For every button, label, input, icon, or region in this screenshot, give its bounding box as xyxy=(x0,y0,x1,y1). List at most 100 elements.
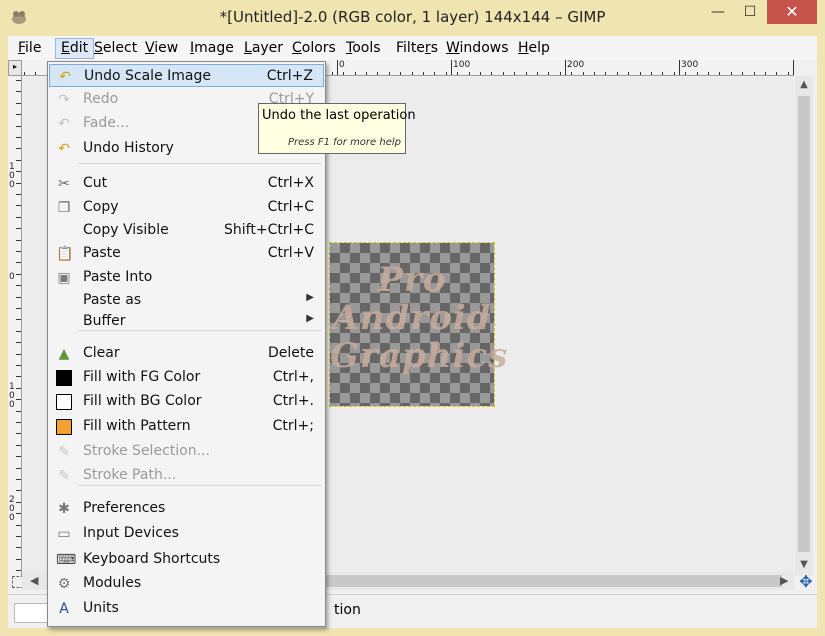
title-bar[interactable]: *[Untitled]-2.0 (RGB color, 1 layer) 144… xyxy=(0,0,825,36)
ruler-tick xyxy=(651,72,652,75)
ruler-tick xyxy=(708,72,709,75)
menu-item-modules[interactable]: ⚙ Modules xyxy=(49,572,324,595)
ruler-tick xyxy=(16,456,21,457)
menu-mnemonic: V xyxy=(145,40,155,56)
copy-icon: ❐ xyxy=(57,200,71,216)
menu-label-part: iew xyxy=(154,40,179,56)
menu-layer[interactable]: Layer xyxy=(244,40,283,56)
menu-item-input-devices[interactable]: ▭ Input Devices xyxy=(49,522,324,545)
ruler-major-tick xyxy=(337,60,338,75)
menu-item-fill-with-bg-color[interactable]: Fill with BG Color Ctrl+. xyxy=(49,390,324,413)
scissors-icon: ✂ xyxy=(58,176,70,192)
ruler-tick xyxy=(16,91,21,92)
menu-label-part: s xyxy=(430,40,438,56)
ruler-tick xyxy=(788,72,789,75)
menu-item-shortcut: Ctrl+, xyxy=(272,369,314,385)
menu-item-label: Undo Scale Image xyxy=(84,68,211,84)
menu-view[interactable]: View xyxy=(145,40,178,56)
ruler-menu-button[interactable]: ▸ xyxy=(8,60,22,76)
ruler-label: 1 0 0 xyxy=(9,162,15,190)
menu-label-part: indows xyxy=(459,40,509,56)
maximize-button[interactable]: ☐ xyxy=(736,0,764,24)
horizontal-scroll-thumb[interactable] xyxy=(322,575,782,587)
navigate-icon[interactable]: ✥ xyxy=(797,573,815,591)
menu-label-part: olors xyxy=(301,40,336,56)
stroke-selection-icon: ✎ xyxy=(58,444,70,460)
menu-file[interactable]: File xyxy=(18,40,41,56)
scroll-right-arrow-icon[interactable]: ▶ xyxy=(780,572,794,590)
menu-item-clear[interactable]: ▲ Clear Delete xyxy=(49,342,324,365)
ruler-tick xyxy=(719,72,720,75)
ruler-tick xyxy=(16,80,21,81)
ruler-tick xyxy=(16,297,21,298)
ruler-tick xyxy=(662,72,663,75)
ruler-label: 100 xyxy=(453,60,471,70)
vertical-scroll-thumb[interactable] xyxy=(798,96,810,552)
menu-item-label: Redo xyxy=(83,91,119,107)
menu-item-label: Fill with Pattern xyxy=(83,418,191,434)
menu-windows[interactable]: Windows xyxy=(446,40,509,56)
ruler-major-tick xyxy=(565,60,566,75)
ruler-tick xyxy=(16,525,21,526)
ruler-major-tick xyxy=(451,60,452,75)
menu-item-label: Stroke Path... xyxy=(83,467,177,483)
menu-label-part: ile xyxy=(25,40,42,56)
menu-tools[interactable]: Tools xyxy=(346,40,381,56)
menu-item-label: Undo History xyxy=(83,140,174,156)
menu-item-preferences[interactable]: ✱ Preferences xyxy=(49,497,324,520)
scroll-up-arrow-icon[interactable]: ▲ xyxy=(795,76,813,94)
menu-item-label: Stroke Selection... xyxy=(83,443,210,459)
menu-colors[interactable]: Colors xyxy=(292,40,336,56)
image-text-line: Pro xyxy=(377,260,447,300)
close-button[interactable]: ✕ xyxy=(767,0,817,24)
menu-item-paste-into[interactable]: ▣ Paste Into xyxy=(49,266,324,289)
menu-mnemonic: C xyxy=(292,40,302,56)
menu-filters[interactable]: Filters xyxy=(396,40,438,56)
ruler-label: 2 0 0 xyxy=(9,495,15,523)
scroll-left-arrow-icon[interactable]: ◀ xyxy=(30,572,48,590)
ruler-tick xyxy=(480,72,481,75)
vertical-scrollbar[interactable]: ▲ ▼ xyxy=(795,76,813,576)
menu-item-units[interactable]: A Units xyxy=(49,597,324,620)
menu-edit[interactable]: Edit xyxy=(55,38,95,59)
menu-item-label: Paste as xyxy=(83,292,142,308)
menu-item-undo-scale-image[interactable]: ↶ Undo Scale Image Ctrl+Z xyxy=(49,64,324,87)
ruler-label: 200 xyxy=(567,60,585,70)
menu-item-paste-as[interactable]: Paste as ▶ xyxy=(49,289,324,312)
menu-item-keyboard-shortcuts[interactable]: ⌨ Keyboard Shortcuts xyxy=(49,548,324,571)
ruler-tick xyxy=(605,72,606,75)
modules-icon: ⚙ xyxy=(57,576,71,592)
keyboard-icon: ⌨ xyxy=(56,552,77,568)
menu-image[interactable]: Image xyxy=(190,40,234,56)
ruler-tick xyxy=(16,160,21,161)
ruler-tick xyxy=(469,72,470,75)
ruler-tick xyxy=(16,228,21,229)
menu-label-part: ools xyxy=(352,40,381,56)
menu-mnemonic: F xyxy=(18,40,26,56)
ruler-label: 0 xyxy=(9,272,15,282)
ruler-tick xyxy=(16,365,21,366)
menu-item-copy[interactable]: ❐ Copy Ctrl+C xyxy=(49,196,324,219)
vertical-ruler[interactable]: 1 0 0 0 1 0 0 2 0 0 xyxy=(8,76,22,576)
menu-select[interactable]: Select xyxy=(94,40,137,56)
menu-item-cut[interactable]: ✂ Cut Ctrl+X xyxy=(49,172,324,195)
menu-label-part: elp xyxy=(528,40,550,56)
menu-item-label: Units xyxy=(83,600,119,616)
menu-item-shortcut: Ctrl+Z xyxy=(266,68,313,84)
ruler-tick xyxy=(16,479,21,480)
ruler-tick xyxy=(491,72,492,75)
menu-item-fill-with-pattern[interactable]: Fill with Pattern Ctrl+; xyxy=(49,415,324,438)
image-layer[interactable]: Pro Android Graphics xyxy=(329,242,507,407)
menu-item-label: Fade... xyxy=(83,115,130,131)
ruler-tick xyxy=(617,72,618,75)
menu-help[interactable]: Help xyxy=(518,40,550,56)
menu-item-fill-with-fg-color[interactable]: Fill with FG Color Ctrl+, xyxy=(49,366,324,389)
minimize-button[interactable]: — xyxy=(704,0,732,24)
menu-item-copy-visible[interactable]: Copy Visible Shift+Ctrl+C xyxy=(49,219,324,242)
ruler-tick xyxy=(16,490,21,491)
menu-item-label: Fill with FG Color xyxy=(83,369,201,385)
menu-item-shortcut: Ctrl+X xyxy=(267,175,314,191)
menu-item-stroke-selection: ✎ Stroke Selection... xyxy=(49,440,324,463)
ruler-tick xyxy=(16,194,21,195)
menu-item-paste[interactable]: 📋 Paste Ctrl+V xyxy=(49,242,324,265)
